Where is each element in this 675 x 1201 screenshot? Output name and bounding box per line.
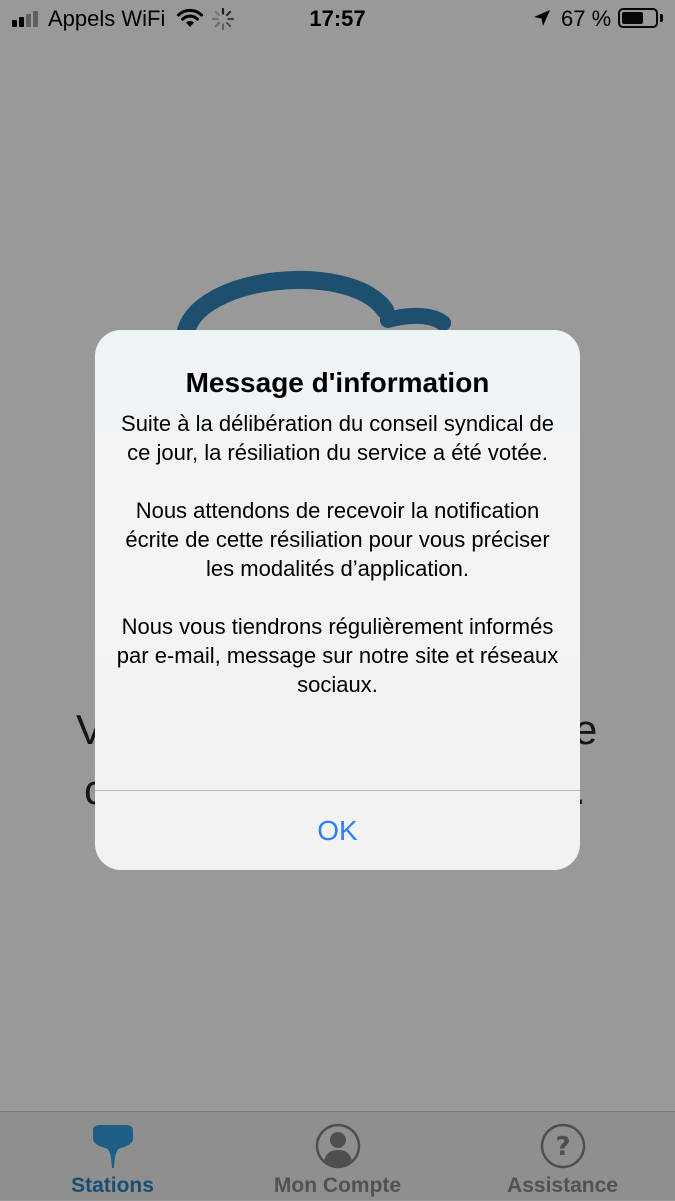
battery-level-fill [622, 12, 643, 24]
account-icon [315, 1123, 360, 1169]
alert-paragraph: Nous vous tiendrons régulièrement inform… [116, 614, 559, 697]
tab-label: Assistance [507, 1174, 618, 1197]
alert-paragraph: Suite à la délibération du conseil syndi… [121, 411, 554, 465]
alert-paragraph: Nous attendons de recevoir la notificati… [125, 498, 550, 581]
battery-icon [618, 8, 658, 28]
battery-nub [660, 14, 663, 22]
tab-mon-compte[interactable]: Mon Compte [225, 1112, 450, 1201]
location-arrow-icon [534, 10, 550, 26]
ok-button[interactable]: OK [95, 791, 580, 870]
status-bar: Appels WiFi 17:57 67 % [0, 0, 675, 38]
svg-text:?: ? [555, 1132, 570, 1162]
tab-assistance[interactable]: ? Assistance [450, 1112, 675, 1201]
tab-label: Mon Compte [273, 1174, 402, 1197]
help-icon: ? [540, 1123, 585, 1169]
tab-bar: Stations Mon Compte ? Assistance [0, 1111, 675, 1200]
tab-label: Stations [71, 1174, 154, 1197]
tab-stations[interactable]: Stations [0, 1112, 225, 1201]
stations-icon [92, 1125, 133, 1168]
information-alert-dialog: Message d'information Suite à la délibér… [95, 330, 580, 870]
alert-message: Suite à la délibération du conseil syndi… [115, 409, 560, 728]
alert-title: Message d'information [185, 367, 490, 398]
battery-percent: 67 % [561, 6, 612, 31]
